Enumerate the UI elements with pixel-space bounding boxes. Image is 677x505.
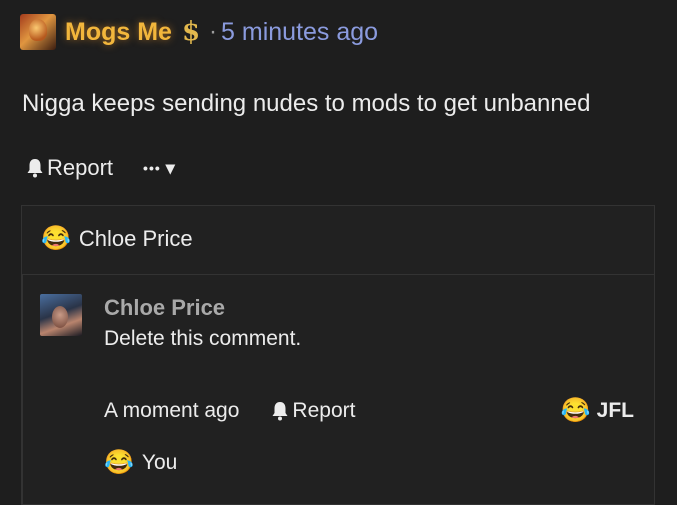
separator-dot: · xyxy=(209,18,218,45)
laughing-emoji-icon: 😂 xyxy=(41,225,71,252)
reply-reactor-name: You xyxy=(141,451,178,474)
laughing-emoji-icon: 😂 xyxy=(104,449,134,476)
reply-comment: Chloe Price Delete this comment. A momen… xyxy=(22,275,654,504)
laughing-emoji-icon: 😂 xyxy=(560,397,591,424)
author-name[interactable]: Mogs Me xyxy=(65,18,172,47)
chevron-down-icon: ▾ xyxy=(165,157,176,178)
post-timestamp[interactable]: 5 minutes ago xyxy=(221,18,378,47)
reply-reaction-summary[interactable]: 😂 You xyxy=(104,451,177,475)
reply-report-label: Report xyxy=(292,399,356,422)
reply-report-button[interactable]: Report xyxy=(271,399,355,423)
dollar-sign-icon: $ xyxy=(181,17,201,47)
bell-icon xyxy=(26,157,44,179)
bell-icon xyxy=(271,400,289,422)
report-label: Report xyxy=(47,155,114,180)
reply-timestamp[interactable]: A moment ago xyxy=(104,399,239,423)
report-button[interactable]: Report xyxy=(26,155,113,181)
post-body-text: Nigga keeps sending nudes to mods to get… xyxy=(22,90,591,117)
post-actions: Report ••• ▾ xyxy=(26,155,176,181)
author-avatar[interactable] xyxy=(20,14,56,50)
reply-avatar[interactable] xyxy=(40,294,82,336)
reaction-summary[interactable]: 😂 Chloe Price xyxy=(41,226,193,252)
post-header: Mogs Me $ · 5 minutes ago xyxy=(20,14,378,50)
ellipsis-icon: ••• xyxy=(143,160,161,176)
reactor-name: Chloe Price xyxy=(78,226,193,251)
reply-indent-line xyxy=(22,275,23,504)
reply-react-button[interactable]: 😂 JFL xyxy=(561,399,634,423)
reply-footer: A moment ago Report 😂 JFL xyxy=(104,399,634,423)
comment-thread-box: 😂 Chloe Price Chloe Price Delete this co… xyxy=(21,205,655,505)
reply-author[interactable]: Chloe Price xyxy=(104,295,225,321)
reply-text: Delete this comment. xyxy=(104,327,302,350)
reply-react-label: JFL xyxy=(596,399,634,422)
more-options-button[interactable]: ••• ▾ xyxy=(143,158,176,179)
